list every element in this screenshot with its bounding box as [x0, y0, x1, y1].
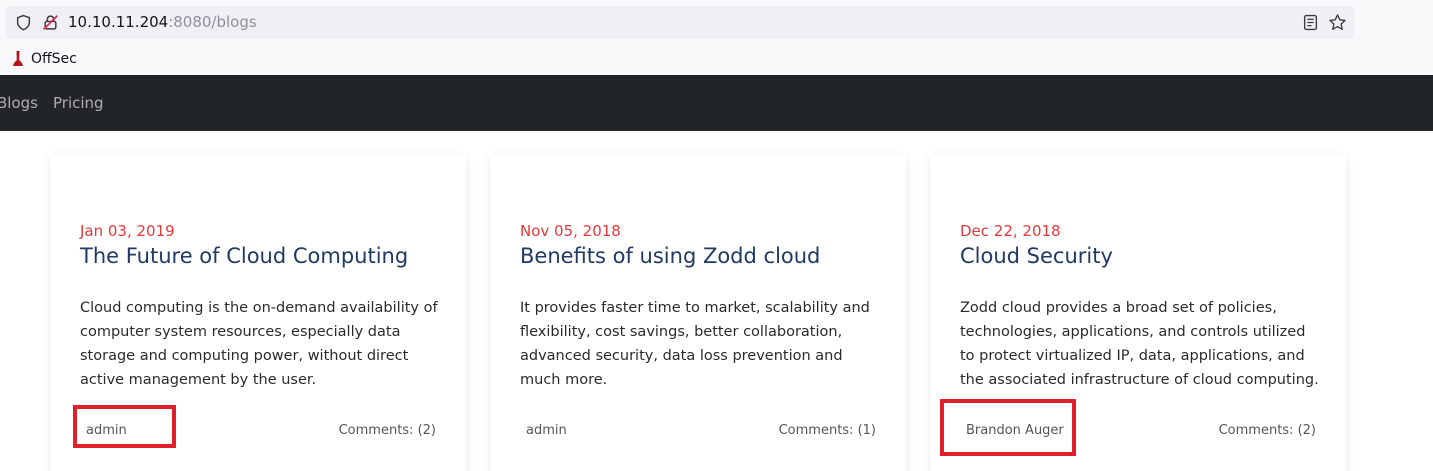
browser-toolbar: 10.10.11.204:8080/blogs: [0, 0, 1433, 44]
url-host: 10.10.11.204: [68, 13, 169, 31]
reader-view-icon[interactable]: [1302, 14, 1319, 31]
bookmark-label: OffSec: [31, 51, 77, 67]
annotation-highlight-box: [940, 399, 1076, 456]
post-excerpt: Cloud computing is the on-demand availab…: [80, 300, 438, 388]
blog-card[interactable]: Nov 05, 2018 Benefits of using Zodd clou…: [490, 155, 906, 471]
nav-link-blogs[interactable]: Blogs: [0, 93, 38, 113]
url-path: :8080/blogs: [168, 13, 257, 31]
post-comments[interactable]: Comments: (1): [779, 423, 876, 438]
post-date: Jan 03, 2019: [80, 222, 175, 240]
bookmarks-toolbar: OffSec: [0, 44, 1433, 75]
nav-link-pricing[interactable]: Pricing: [53, 93, 104, 113]
url-text[interactable]: 10.10.11.204:8080/blogs: [68, 12, 257, 32]
post-excerpt: Zodd cloud provides a broad set of polic…: [960, 300, 1319, 388]
offsec-logo-icon: [13, 51, 23, 66]
site-navbar: Blogs Pricing: [0, 75, 1433, 131]
address-bar[interactable]: 10.10.11.204:8080/blogs: [6, 6, 1354, 39]
bookmark-star-icon[interactable]: [1328, 13, 1347, 32]
insecure-lock-icon[interactable]: [42, 14, 59, 31]
blog-list: Jan 03, 2019 The Future of Cloud Computi…: [0, 131, 1433, 471]
post-title[interactable]: Cloud Security: [960, 244, 1113, 268]
post-date: Nov 05, 2018: [520, 222, 621, 240]
annotation-highlight-box: [73, 405, 176, 448]
post-date: Dec 22, 2018: [960, 222, 1061, 240]
post-title[interactable]: The Future of Cloud Computing: [80, 244, 408, 268]
shield-icon[interactable]: [15, 14, 32, 31]
post-comments[interactable]: Comments: (2): [1219, 423, 1316, 438]
post-comments[interactable]: Comments: (2): [339, 423, 436, 438]
post-excerpt: It provides faster time to market, scala…: [520, 300, 870, 388]
post-title[interactable]: Benefits of using Zodd cloud: [520, 244, 820, 268]
post-author[interactable]: admin: [526, 423, 567, 438]
bookmark-offsec[interactable]: OffSec: [10, 49, 77, 69]
